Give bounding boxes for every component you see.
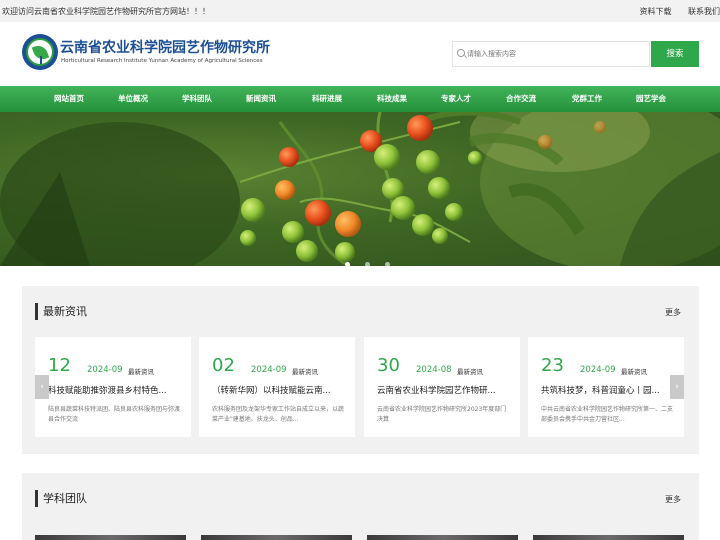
site-header: 云南省农业科学院园艺作物研究所 Horticultural Research I… <box>0 22 720 86</box>
search-icon <box>457 49 465 57</box>
next-arrow-icon[interactable]: › <box>670 375 684 399</box>
main-nav: 网站首页 单位概况 学科团队 新闻资讯 科研进展 科技成果 专家人才 合作交流 … <box>0 86 720 112</box>
prev-arrow-icon[interactable]: ‹ <box>35 375 49 399</box>
news-desc: 云南省农业科学院园艺作物研究所2023年度部门决算 <box>377 406 507 423</box>
news-day: 30 <box>377 355 400 376</box>
site-title[interactable]: 云南省农业科学院园艺作物研究所 <box>60 37 270 57</box>
top-links: 资料下载 联系我们 <box>625 6 720 17</box>
news-desc: 陆良县蔬菜科技特派团、陆良县农科服务团与弥渡县合作交流 <box>48 406 181 423</box>
download-link[interactable]: 资料下载 <box>639 7 671 16</box>
site-subtitle: Horticultural Research Institute Yunnan … <box>61 58 263 64</box>
tomato-image <box>0 112 720 266</box>
nav-item-home[interactable]: 网站首页 <box>44 86 94 112</box>
team-thumbnail[interactable] <box>533 535 684 540</box>
search-button[interactable]: 搜索 <box>651 41 699 67</box>
news-section: 最新资讯 更多 12 2024-09 最新资讯 科技赋能助推弥渡县乡村特色...… <box>22 286 699 454</box>
news-title[interactable]: 云南省农业科学院园艺作物研... <box>377 384 511 396</box>
banner-dot[interactable] <box>365 262 371 266</box>
news-desc: 中共云南省农业科学院园艺作物研究所第一、二支部委员会携手中共金刀营社区... <box>541 406 674 423</box>
nav-item-society[interactable]: 园艺学会 <box>626 86 676 112</box>
banner-dots <box>340 252 395 266</box>
news-day: 12 <box>48 355 71 376</box>
team-section: 学科团队 更多 <box>22 473 699 540</box>
nav-item-about[interactable]: 单位概况 <box>108 86 158 112</box>
nav-item-research[interactable]: 科研进展 <box>302 86 352 112</box>
team-heading: 学科团队 <box>35 490 87 507</box>
news-year-month: 2024-08 <box>416 365 452 375</box>
nav-item-achievements[interactable]: 科技成果 <box>367 86 417 112</box>
news-year-month: 2024-09 <box>580 365 616 375</box>
news-category: 最新资讯 <box>128 368 154 376</box>
news-title[interactable]: 科技赋能助推弥渡县乡村特色... <box>48 384 182 396</box>
team-thumbnail[interactable] <box>367 535 518 540</box>
nav-item-teams[interactable]: 学科团队 <box>172 86 222 112</box>
news-year-month: 2024-09 <box>251 365 287 375</box>
hero-banner[interactable] <box>0 112 720 266</box>
news-day: 23 <box>541 355 564 376</box>
news-heading: 最新资讯 <box>35 303 87 320</box>
news-desc: 农科服务团及龙架华专家工作站自成立以来，以蔬菜产业"建基地、扶龙头、创品... <box>212 406 345 423</box>
team-thumbnail[interactable] <box>35 535 186 540</box>
search-box <box>452 41 650 67</box>
team-more-link[interactable]: 更多 <box>665 494 681 505</box>
welcome-text: 欢迎访问云南省农业科学院园艺作物研究所官方网站！！！ <box>2 7 210 16</box>
news-more-link[interactable]: 更多 <box>665 307 681 318</box>
nav-item-cooperation[interactable]: 合作交流 <box>496 86 546 112</box>
news-card[interactable]: 12 2024-09 最新资讯 科技赋能助推弥渡县乡村特色... 陆良县蔬菜科技… <box>35 337 191 437</box>
news-category: 最新资讯 <box>621 368 647 376</box>
news-title[interactable]: （转新华网）以科技赋能云南... <box>212 384 346 396</box>
banner-dot[interactable] <box>385 262 391 266</box>
contact-link[interactable]: 联系我们 <box>688 7 720 16</box>
news-title[interactable]: 共筑科技梦，科普润童心丨园... <box>541 384 675 396</box>
news-category: 最新资讯 <box>292 368 318 376</box>
top-bar: 欢迎访问云南省农业科学院园艺作物研究所官方网站！！！ 资料下载 联系我们 <box>0 0 720 22</box>
nav-item-news[interactable]: 新闻资讯 <box>236 86 286 112</box>
news-card[interactable]: 30 2024-08 最新资讯 云南省农业科学院园艺作物研... 云南省农业科学… <box>364 337 520 437</box>
news-card[interactable]: 23 2024-09 最新资讯 共筑科技梦，科普润童心丨园... 中共云南省农业… <box>528 337 684 437</box>
search-input[interactable] <box>467 45 647 63</box>
news-day: 02 <box>212 355 235 376</box>
nav-item-experts[interactable]: 专家人才 <box>431 86 481 112</box>
nav-item-party[interactable]: 党群工作 <box>562 86 612 112</box>
news-card[interactable]: 02 2024-09 最新资讯 （转新华网）以科技赋能云南... 农科服务团及龙… <box>199 337 355 437</box>
news-year-month: 2024-09 <box>87 365 123 375</box>
team-thumbnail[interactable] <box>201 535 352 540</box>
news-category: 最新资讯 <box>457 368 483 376</box>
logo-icon[interactable] <box>22 34 58 70</box>
banner-dot[interactable] <box>345 262 350 266</box>
